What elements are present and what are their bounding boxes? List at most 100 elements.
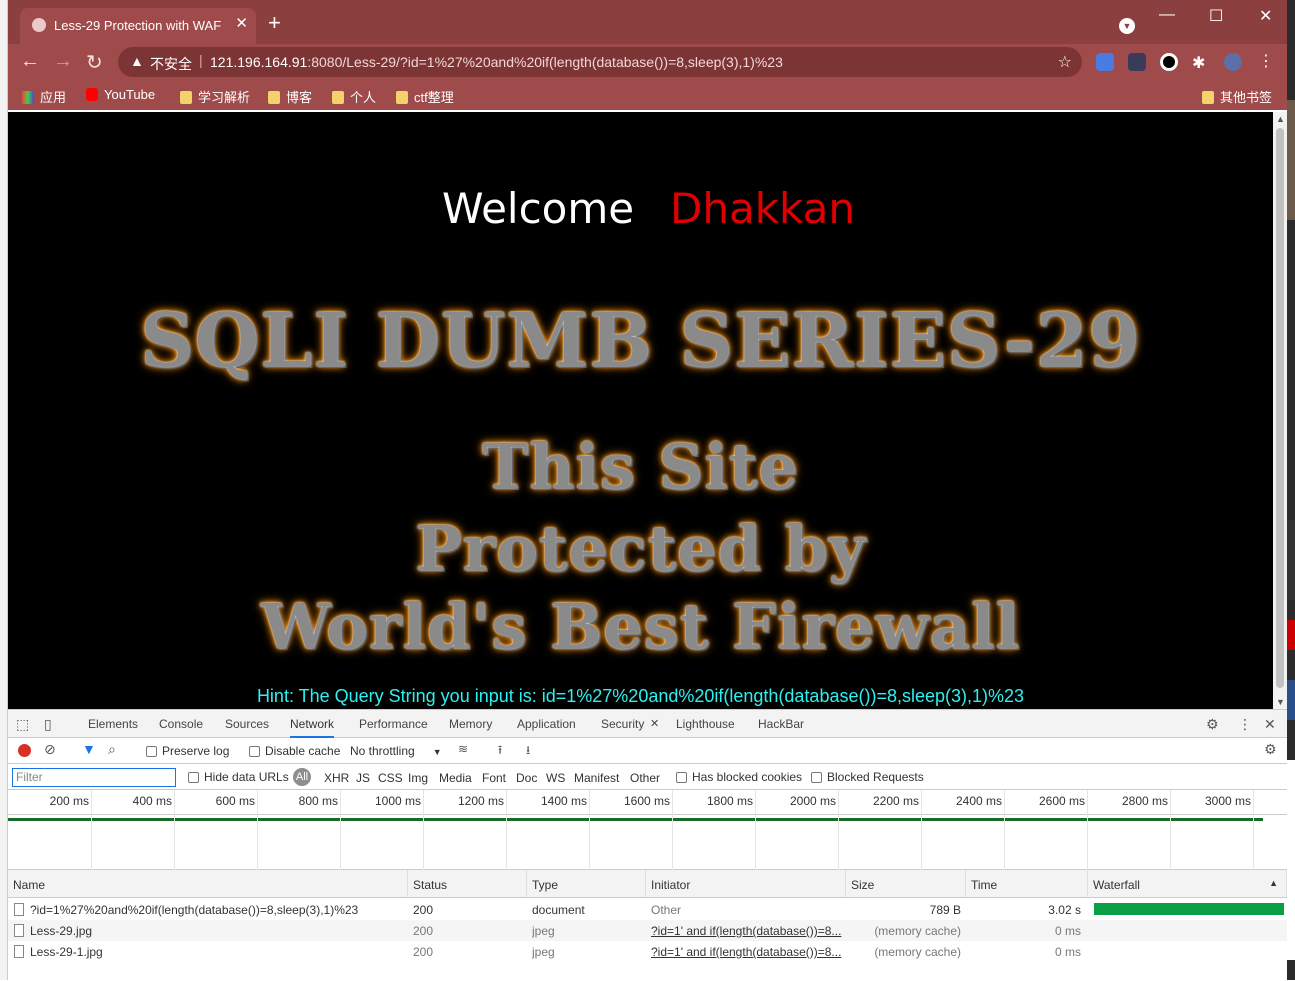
request-time: 0 ms bbox=[1054, 945, 1081, 959]
close-window-button[interactable]: ✕ bbox=[1259, 6, 1272, 26]
tab-console[interactable]: Console bbox=[159, 717, 203, 731]
record-icon[interactable] bbox=[18, 744, 31, 757]
puzzle-extensions-icon[interactable]: ✱ bbox=[1192, 53, 1210, 72]
filter-all[interactable]: All bbox=[293, 768, 311, 786]
filter-ws[interactable]: WS bbox=[546, 771, 565, 785]
col-type[interactable]: Type bbox=[527, 870, 646, 898]
tab-elements[interactable]: Elements bbox=[88, 717, 138, 731]
preserve-log-checkbox[interactable]: Preserve log bbox=[146, 744, 229, 758]
welcome-text: Welcome bbox=[442, 184, 635, 233]
scroll-up-icon[interactable]: ▲ bbox=[1276, 114, 1285, 124]
tab-application[interactable]: Application bbox=[517, 717, 576, 731]
tab-security[interactable]: Security bbox=[601, 717, 644, 731]
bookmark-star-icon[interactable]: ☆ bbox=[1058, 52, 1072, 72]
table-row[interactable]: Less-29-1.jpg 200 jpeg ?id=1' and if(len… bbox=[8, 941, 1287, 962]
reload-icon[interactable]: ↻ bbox=[86, 50, 103, 75]
youtube-icon bbox=[86, 88, 98, 101]
translate-extension-icon[interactable] bbox=[1096, 53, 1114, 71]
bookmark-folder-blog[interactable]: 博客 bbox=[268, 87, 312, 106]
device-toolbar-icon[interactable]: ▯ bbox=[44, 716, 52, 733]
request-name[interactable]: Less-29.jpg bbox=[14, 924, 406, 938]
col-time[interactable]: Time bbox=[966, 870, 1088, 898]
new-tab-button[interactable]: + bbox=[268, 12, 281, 34]
filter-manifest[interactable]: Manifest bbox=[574, 771, 619, 785]
request-initiator-link[interactable]: ?id=1' and if(length(database())=8... bbox=[651, 945, 843, 959]
search-icon[interactable]: ⌕ bbox=[108, 741, 116, 758]
network-conditions-icon[interactable]: ≋ bbox=[458, 742, 468, 756]
request-initiator-link[interactable]: ?id=1' and if(length(database())=8... bbox=[651, 924, 843, 938]
waterfall-bar[interactable] bbox=[1094, 903, 1284, 915]
browser-tab[interactable]: Less-29 Protection with WAF ✕ bbox=[20, 8, 256, 44]
filter-css[interactable]: CSS bbox=[378, 771, 403, 785]
col-waterfall[interactable]: Waterfall ▲ bbox=[1088, 870, 1287, 898]
col-status[interactable]: Status bbox=[408, 870, 527, 898]
document-icon bbox=[14, 903, 24, 916]
timeline-tick-label: 1800 ms bbox=[706, 794, 753, 808]
more-options-icon[interactable]: ⋮ bbox=[1238, 716, 1252, 733]
filter-media[interactable]: Media bbox=[439, 771, 472, 785]
tab-search-icon[interactable]: ▼ bbox=[1119, 18, 1135, 34]
request-name[interactable]: ?id=1%27%20and%20if(length(database())=8… bbox=[14, 903, 406, 917]
col-name[interactable]: Name bbox=[8, 870, 408, 898]
throttling-select[interactable]: No throttling ▼ bbox=[350, 744, 442, 758]
blocked-requests-checkbox[interactable]: Blocked Requests bbox=[811, 770, 924, 784]
request-name[interactable]: Less-29-1.jpg bbox=[14, 945, 406, 959]
forward-icon[interactable]: → bbox=[53, 50, 73, 73]
image-file-icon bbox=[14, 945, 24, 958]
warning-icon[interactable]: ▲ bbox=[130, 53, 144, 69]
filter-xhr[interactable]: XHR bbox=[324, 771, 349, 785]
inspect-element-icon[interactable]: ⬚ bbox=[16, 716, 29, 733]
tab-performance[interactable]: Performance bbox=[359, 717, 428, 731]
filter-other[interactable]: Other bbox=[630, 771, 660, 785]
page-scrollbar[interactable]: ▲ ▼ bbox=[1273, 112, 1287, 709]
network-overview-timeline[interactable]: 200 ms 400 ms 600 ms 800 ms 1000 ms 1200 ms 14… bbox=[8, 790, 1287, 870]
folder-icon bbox=[180, 91, 192, 104]
upload-icon[interactable]: ⭱ bbox=[498, 741, 502, 762]
tab-sources[interactable]: Sources bbox=[225, 717, 269, 731]
filter-funnel-icon[interactable]: ▼ bbox=[82, 741, 96, 757]
tab-close-icon[interactable]: ✕ bbox=[235, 14, 248, 32]
disable-cache-checkbox[interactable]: Disable cache bbox=[249, 744, 340, 758]
bookmark-apps[interactable]: 应用 bbox=[22, 87, 66, 106]
circle-extension-icon[interactable] bbox=[1160, 53, 1178, 71]
hide-data-urls-checkbox[interactable]: Hide data URLs bbox=[188, 770, 289, 784]
timeline-tick-label: 800 ms bbox=[298, 794, 338, 808]
tab-network[interactable]: Network bbox=[290, 717, 335, 738]
network-settings-icon[interactable]: ⚙ bbox=[1264, 741, 1277, 758]
scroll-down-icon[interactable]: ▼ bbox=[1276, 697, 1285, 707]
avatar[interactable] bbox=[1224, 53, 1242, 71]
close-devtools-icon[interactable]: ✕ bbox=[1264, 716, 1276, 733]
tab-strip: Less-29 Protection with WAF ✕ + ▼ — ☐ ✕ bbox=[8, 0, 1287, 44]
menu-dots-icon[interactable]: ⋮ bbox=[1258, 51, 1276, 70]
scrollbar-thumb[interactable] bbox=[1276, 128, 1284, 688]
back-icon[interactable]: ← bbox=[20, 50, 40, 73]
close-tab-icon[interactable]: ✕ bbox=[650, 717, 659, 730]
tab-hackbar[interactable]: HackBar bbox=[758, 717, 804, 731]
tab-lighthouse[interactable]: Lighthouse bbox=[676, 717, 735, 731]
filter-font[interactable]: Font bbox=[482, 771, 506, 785]
filter-js[interactable]: JS bbox=[356, 771, 370, 785]
address-bar[interactable]: ▲ 不安全 | 121.196.164.91:8080/Less-29/?id=… bbox=[118, 47, 1082, 77]
bookmark-folder-other[interactable]: 其他书签 bbox=[1202, 87, 1272, 106]
bookmark-folder-personal[interactable]: 个人 bbox=[332, 87, 376, 106]
bookmark-folder-study[interactable]: 学习解析 bbox=[180, 87, 250, 106]
bookmark-folder-ctf[interactable]: ctf整理 bbox=[396, 87, 454, 106]
settings-gear-icon[interactable]: ⚙ bbox=[1206, 716, 1219, 733]
tab-memory[interactable]: Memory bbox=[449, 717, 492, 731]
col-size[interactable]: Size bbox=[846, 870, 966, 898]
clear-icon[interactable]: ⊘ bbox=[44, 741, 56, 758]
filter-doc[interactable]: Doc bbox=[516, 771, 537, 785]
globe-icon bbox=[32, 18, 46, 32]
owl-extension-icon[interactable] bbox=[1128, 53, 1146, 71]
bookmark-youtube[interactable]: YouTube bbox=[86, 87, 155, 102]
maximize-button[interactable]: ☐ bbox=[1209, 6, 1223, 26]
has-blocked-cookies-checkbox[interactable]: Has blocked cookies bbox=[676, 770, 802, 784]
insecure-label[interactable]: 不安全 bbox=[150, 54, 192, 74]
col-initiator[interactable]: Initiator bbox=[646, 870, 846, 898]
filter-img[interactable]: Img bbox=[408, 771, 428, 785]
table-row[interactable]: Less-29.jpg 200 jpeg ?id=1' and if(lengt… bbox=[8, 920, 1287, 941]
url-text[interactable]: 121.196.164.91:8080/Less-29/?id=1%27%20a… bbox=[210, 54, 783, 70]
download-icon[interactable]: ⭳ bbox=[526, 741, 530, 762]
filter-input[interactable]: Filter bbox=[12, 768, 176, 787]
minimize-button[interactable]: — bbox=[1159, 6, 1175, 24]
